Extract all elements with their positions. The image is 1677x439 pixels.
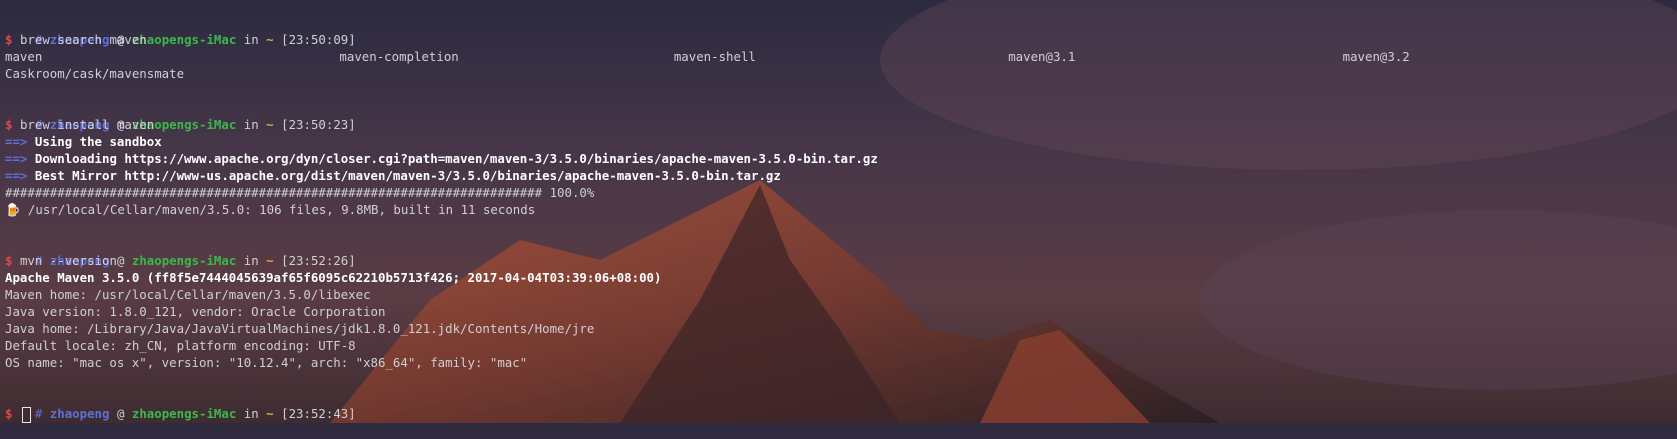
arrow-icon: ==>	[5, 134, 28, 149]
install-summary: 🍺 /usr/local/Cellar/maven/3.5.0: 106 fil…	[5, 201, 1677, 218]
command-text: brew install maven	[19, 117, 155, 132]
prompt-host: zhaopengs-iMac	[131, 406, 237, 421]
search-result: maven	[5, 49, 43, 64]
text-cursor[interactable]	[21, 406, 31, 423]
prompt-line: # zhaopeng @ zhaopengs-iMac in ~ [23:50:…	[5, 99, 1677, 132]
prompt-in: in	[243, 253, 259, 268]
search-result: maven@3.1	[1008, 49, 1076, 64]
command-text: brew search maven	[19, 32, 147, 47]
step-text: Best Mirror http://www-us.apache.org/dis…	[34, 168, 781, 183]
prompt-line: # zhaopeng @ zhaopengs-iMac in ~ [23:52:…	[5, 235, 1677, 268]
search-result: maven@3.2	[1342, 49, 1410, 64]
install-step: ==> Best Mirror http://www-us.apache.org…	[5, 167, 1677, 184]
prompt-time: [23:50:23]	[281, 117, 356, 132]
prompt-at: @	[116, 253, 125, 268]
prompt-time: [23:52:43]	[281, 406, 356, 421]
prompt-hash: #	[34, 406, 43, 421]
prompt-in: in	[243, 406, 259, 421]
install-step: ==> Using the sandbox	[5, 133, 1677, 150]
output-line: Java home: /Library/Java/JavaVirtualMach…	[5, 321, 595, 336]
prompt-host: zhaopengs-iMac	[131, 253, 237, 268]
prompt-dollar: $	[5, 32, 13, 47]
prompt-in: in	[243, 32, 259, 47]
search-results: maven maven-completion maven-shell maven…	[5, 48, 1677, 65]
arrow-icon: ==>	[5, 168, 28, 183]
progress-bar: ########################################…	[5, 185, 595, 200]
output-line: OS name: "mac os x", version: "10.12.4",…	[5, 355, 528, 370]
beer-icon: 🍺	[5, 202, 21, 217]
prompt-dollar: $	[5, 406, 13, 421]
step-text: Using the sandbox	[34, 134, 162, 149]
output-line: Java version: 1.8.0_121, vendor: Oracle …	[5, 304, 386, 319]
prompt-in: in	[243, 117, 259, 132]
prompt-dir: ~	[266, 253, 274, 268]
search-result: maven-completion	[339, 49, 459, 64]
step-text: Downloading https://www.apache.org/dyn/c…	[34, 151, 878, 166]
prompt-dir: ~	[266, 32, 274, 47]
output-line: Default locale: zh_CN, platform encoding…	[5, 338, 356, 353]
prompt-time: [23:50:09]	[281, 32, 356, 47]
output-line: Caskroom/cask/mavensmate	[5, 66, 185, 81]
install-step: ==> Downloading https://www.apache.org/d…	[5, 150, 1677, 167]
summary-text: /usr/local/Cellar/maven/3.5.0: 106 files…	[27, 202, 536, 217]
prompt-dollar: $	[5, 117, 13, 132]
output-line: Maven home: /usr/local/Cellar/maven/3.5.…	[5, 287, 371, 302]
prompt-dir: ~	[266, 406, 274, 421]
prompt-dollar: $	[5, 253, 13, 268]
terminal-output: # zhaopeng @ zhaopengs-iMac in ~ [23:50:…	[5, 14, 1677, 423]
prompt-time: [23:52:26]	[281, 253, 356, 268]
prompt-user: zhaopeng	[49, 406, 110, 421]
search-result: maven-shell	[673, 49, 756, 64]
output-line: Apache Maven 3.5.0 (ff8f5e7444045639af65…	[5, 270, 662, 285]
arrow-icon: ==>	[5, 151, 28, 166]
prompt-host: zhaopengs-iMac	[131, 32, 237, 47]
command-text: mvn --version	[19, 253, 117, 268]
prompt-at: @	[116, 406, 125, 421]
prompt-line: # zhaopeng @ zhaopengs-iMac in ~ [23:52:…	[5, 388, 1677, 421]
prompt-dir: ~	[266, 117, 274, 132]
prompt-line: # zhaopeng @ zhaopengs-iMac in ~ [23:50:…	[5, 14, 1677, 47]
